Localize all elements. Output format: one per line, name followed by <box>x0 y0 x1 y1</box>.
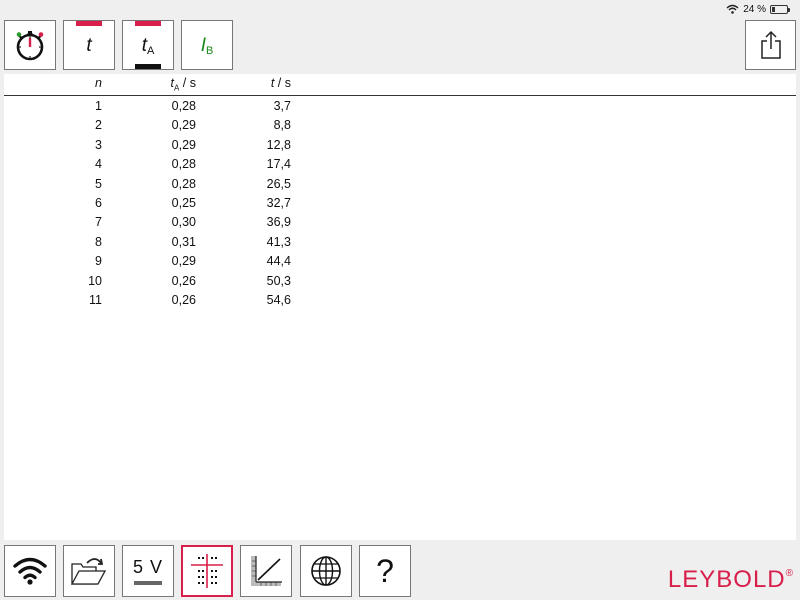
table-row: 8 0,31 41,3 <box>4 235 796 254</box>
table-row: 7 0,30 36,9 <box>4 215 796 234</box>
cell-n: 9 <box>95 254 102 269</box>
cell-t: 44,4 <box>266 254 291 269</box>
table-row: 3 0,29 12,8 <box>4 138 796 157</box>
wifi-icon <box>13 557 47 585</box>
table-panel: n tA / s t / s 1 0,28 3,7 2 0,29 8,8 3 0,29 12,8 4 0… <box>4 74 796 540</box>
cell-t: 26,5 <box>266 176 291 191</box>
cell-ta: 0,29 <box>171 118 196 133</box>
cell-ta: 0,29 <box>171 137 196 152</box>
table-row: 6 0,25 32,7 <box>4 196 796 215</box>
subscript: B <box>205 44 214 57</box>
cell-t: 32,7 <box>266 196 291 210</box>
cell-t: 41,3 <box>266 234 291 249</box>
cell-ta: 0,26 <box>171 273 196 288</box>
table-icon <box>191 554 223 588</box>
battery-percent: 24 % <box>743 3 766 15</box>
share-icon <box>760 30 781 59</box>
cell-ta: 0,28 <box>171 99 196 113</box>
active-marker <box>76 21 102 26</box>
voltage-label: 5 V <box>132 557 164 577</box>
cell-ta: 0,25 <box>171 196 196 210</box>
help-button[interactable]: ? <box>359 545 411 597</box>
table-header: n tA / s t / s <box>4 74 796 96</box>
voltage-button[interactable]: 5 V <box>122 545 174 597</box>
quantity-ib-symbol: IB <box>201 36 214 57</box>
stopwatch-button[interactable] <box>4 20 56 70</box>
subscript: A <box>146 44 155 57</box>
share-button[interactable] <box>745 20 796 70</box>
active-marker <box>135 21 161 26</box>
globe-icon <box>311 556 341 586</box>
cell-t: 8,8 <box>273 118 291 133</box>
header-n: n <box>95 76 102 93</box>
quantity-ib-button[interactable]: IB <box>181 20 233 70</box>
brand-logo: LEYBOLD® <box>668 566 794 594</box>
cell-n: 10 <box>88 273 102 288</box>
table-row: 1 0,28 3,7 <box>4 99 796 118</box>
cell-t: 54,6 <box>266 293 291 307</box>
cell-t: 36,9 <box>266 215 291 230</box>
cell-n: 6 <box>95 196 102 210</box>
cell-n: 7 <box>95 215 102 230</box>
cell-n: 4 <box>95 157 102 172</box>
header-unit: / s <box>274 76 291 90</box>
cell-ta: 0,26 <box>171 293 196 307</box>
cell-n: 1 <box>95 99 102 113</box>
cell-t: 50,3 <box>266 273 291 288</box>
graph-view-button[interactable] <box>240 545 292 597</box>
wifi-button[interactable] <box>4 545 56 597</box>
help-label: ? <box>376 552 394 589</box>
quantity-t-button[interactable]: t <box>63 20 115 70</box>
table-row: 10 0,26 50,3 <box>4 274 796 293</box>
cell-t: 3,7 <box>273 99 291 113</box>
status-bar: 24 % <box>726 2 790 16</box>
cell-n: 3 <box>95 137 102 152</box>
cell-n: 8 <box>95 234 102 249</box>
brand-name: LEYBOLD <box>667 566 786 593</box>
cell-ta: 0,29 <box>171 254 196 269</box>
table-row: 9 0,29 44,4 <box>4 254 796 273</box>
cell-t: 12,8 <box>266 137 291 152</box>
open-file-button[interactable] <box>63 545 115 597</box>
cell-n: 11 <box>89 293 102 307</box>
quantity-ta-symbol: tA <box>142 36 155 57</box>
brand-mark: ® <box>785 568 794 579</box>
cell-ta: 0,30 <box>171 215 196 230</box>
cell-ta: 0,28 <box>171 176 196 191</box>
voltage-bar <box>134 581 162 585</box>
cell-t: 17,4 <box>266 157 291 172</box>
cell-ta: 0,28 <box>171 157 196 172</box>
graph-icon <box>251 556 282 586</box>
table-row: 4 0,28 17,4 <box>4 157 796 176</box>
battery-icon <box>770 4 790 14</box>
table-row: 2 0,29 8,8 <box>4 118 796 137</box>
header-unit: / s <box>179 76 196 90</box>
cell-n: 5 <box>95 176 102 191</box>
battery-level <box>772 6 775 12</box>
quantity-t-symbol: t <box>86 34 92 56</box>
wifi-icon <box>726 4 739 14</box>
cell-n: 2 <box>95 118 102 133</box>
table-view-button[interactable] <box>181 545 233 597</box>
table-row: 11 0,26 54,6 <box>4 293 796 312</box>
header-ta: tA / s <box>171 76 197 93</box>
header-t: t / s <box>271 76 291 93</box>
quantity-ta-button[interactable]: tA <box>122 20 174 70</box>
language-button[interactable] <box>300 545 352 597</box>
folder-open-icon <box>70 558 107 585</box>
stopwatch-icon <box>16 31 44 61</box>
selected-marker <box>135 64 161 69</box>
cell-ta: 0,31 <box>171 234 196 249</box>
table-row: 5 0,28 26,5 <box>4 177 796 196</box>
header-symbol: n <box>95 76 102 90</box>
